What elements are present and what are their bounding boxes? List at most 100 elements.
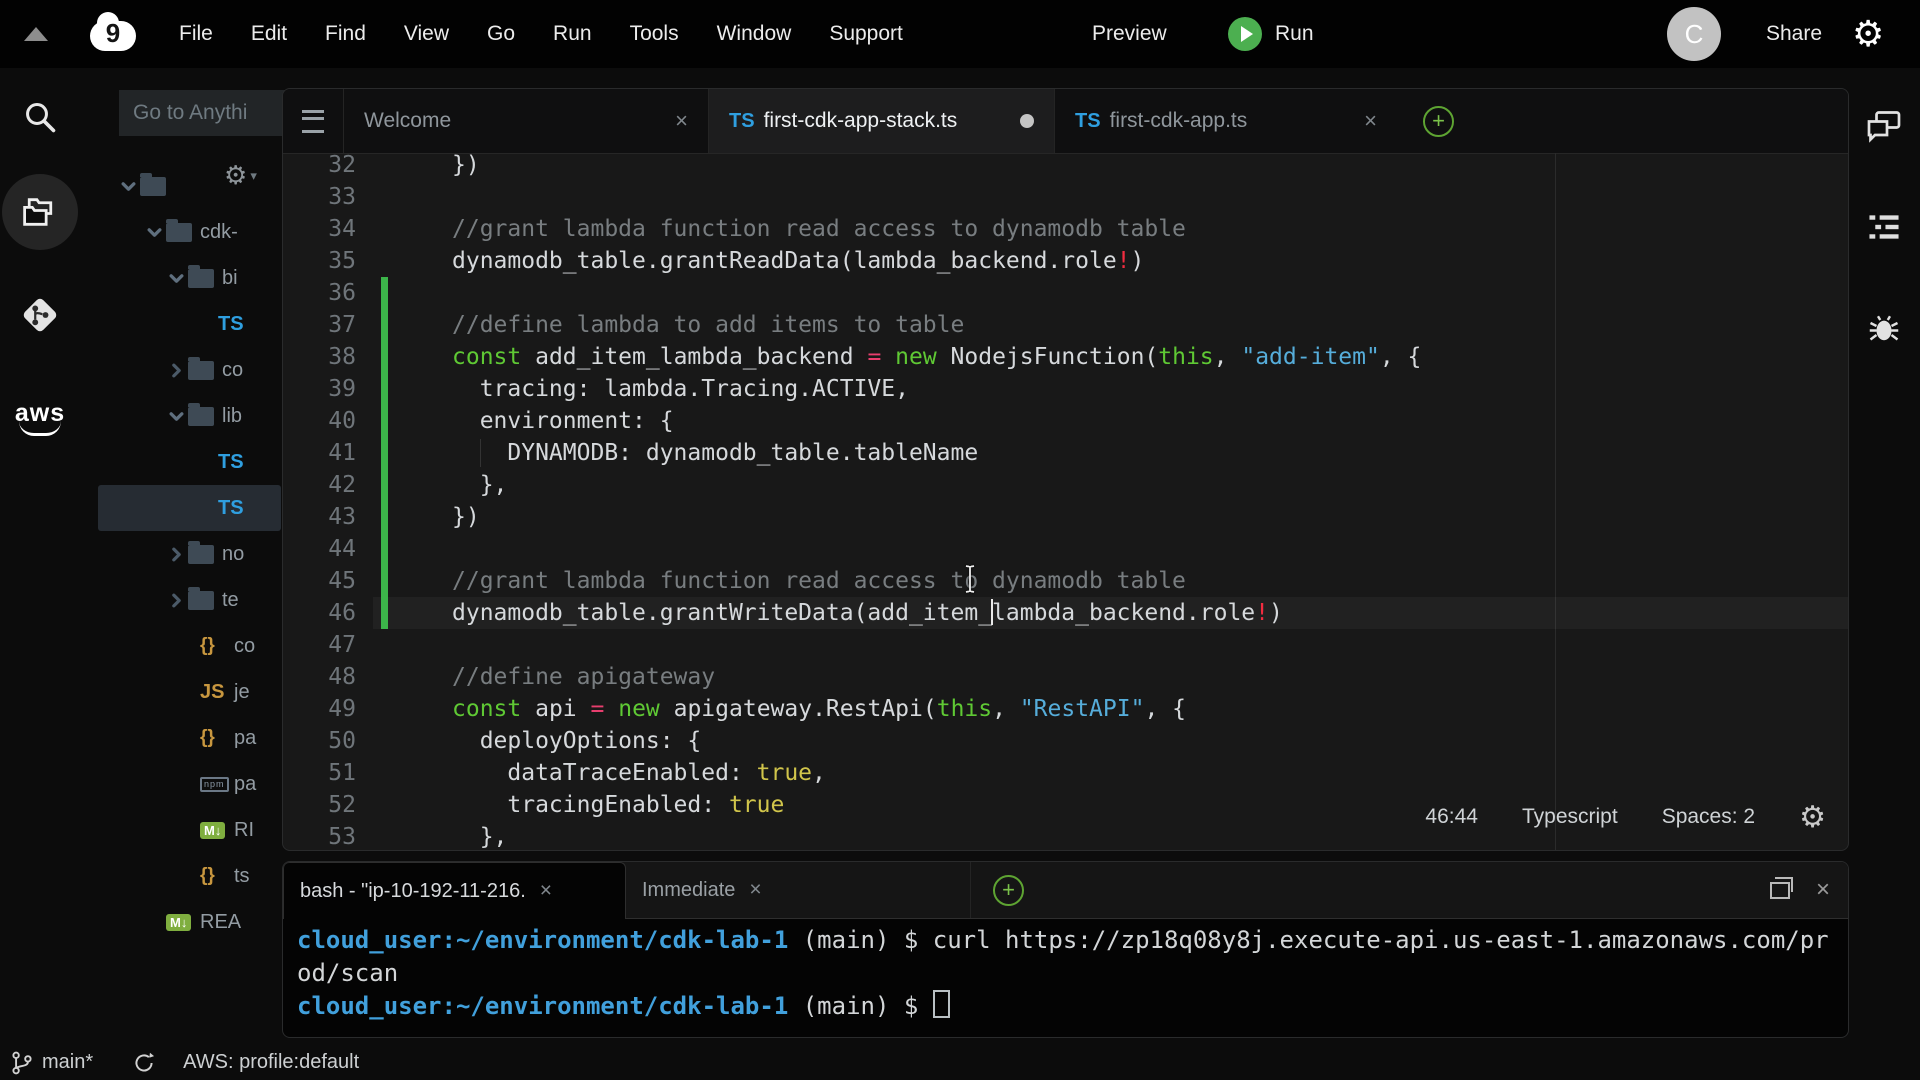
tab-list-menu-icon[interactable] [283, 89, 343, 153]
close-tab-icon[interactable]: × [675, 108, 688, 134]
chevron-right-icon[interactable] [164, 547, 188, 562]
terminal-tab-bash[interactable]: bash - "ip-10-192-11-216. × [283, 862, 626, 919]
outline-icon[interactable] [1858, 201, 1910, 253]
tree-row-RI-14[interactable]: M↓RI [98, 807, 281, 853]
tree-row-bi-2[interactable]: bi [98, 255, 281, 301]
cloud9-logo[interactable]: 9 [90, 15, 136, 53]
tree-row-co-4[interactable]: co [98, 347, 281, 393]
goto-anything-input[interactable]: Go to Anythi [119, 90, 293, 136]
menu-item-view[interactable]: View [385, 22, 468, 46]
search-icon[interactable] [12, 89, 68, 145]
code-line-34[interactable]: 34//grant lambda function read access to… [283, 213, 1848, 245]
line-number: 34 [283, 213, 356, 245]
maximize-panel-icon[interactable] [1770, 882, 1790, 899]
code-area[interactable]: 32})3334//grant lambda function read acc… [283, 153, 1848, 851]
menu-item-support[interactable]: Support [810, 22, 922, 46]
close-tab-icon[interactable]: × [540, 879, 552, 903]
tree-row-pa-12[interactable]: {}pa [98, 715, 281, 761]
tree-row-ts-3[interactable]: TS [98, 301, 281, 347]
editor-tab-first-cdk-app-ts[interactable]: TSfirst-cdk-app.ts× [1054, 89, 1397, 153]
menu-item-go[interactable]: Go [468, 22, 534, 46]
tree-row-je-11[interactable]: JSje [98, 669, 281, 715]
tree-row-te-9[interactable]: te [98, 577, 281, 623]
file-tree-icon[interactable] [12, 184, 68, 240]
sync-icon [131, 1050, 157, 1076]
terminal-tab-label: bash - "ip-10-192-11-216. [300, 880, 526, 903]
chevron-down-icon[interactable] [164, 273, 188, 284]
code-line-35[interactable]: 35dynamodb_table.grantReadData(lambda_ba… [283, 245, 1848, 277]
code-line-46[interactable]: 46dynamodb_table.grantWriteData(add_item… [283, 597, 1848, 629]
chevron-right-icon[interactable] [164, 593, 188, 608]
code-line-51[interactable]: 51 dataTraceEnabled: true, [283, 757, 1848, 789]
code-text: dataTraceEnabled: true, [452, 757, 826, 789]
avatar[interactable]: C [1667, 7, 1721, 61]
code-text: //define apigateway [452, 661, 715, 693]
code-line-42[interactable]: 42 }, [283, 469, 1848, 501]
new-tab-icon[interactable]: + [1423, 106, 1454, 137]
close-tab-icon[interactable]: × [749, 878, 761, 902]
chevron-down-icon[interactable] [116, 181, 140, 192]
code-line-37[interactable]: 37//define lambda to add items to table [283, 309, 1848, 341]
git-branch-indicator[interactable]: main* [10, 1050, 93, 1076]
tree-settings-gear-icon[interactable]: ⚙▾ [224, 160, 257, 191]
tree-row-lib-5[interactable]: lib [98, 393, 281, 439]
chevron-down-icon[interactable] [164, 411, 188, 422]
code-line-39[interactable]: 39 tracing: lambda.Tracing.ACTIVE, [283, 373, 1848, 405]
git-icon[interactable] [12, 287, 68, 343]
code-text: dynamodb_table.grantWriteData(add_item_l… [452, 597, 1283, 629]
menu-item-run[interactable]: Run [534, 22, 611, 46]
folder-icon [188, 591, 222, 610]
share-button[interactable]: Share [1756, 0, 1832, 68]
settings-gear-icon[interactable]: ⚙ [1852, 0, 1884, 68]
menu-item-tools[interactable]: Tools [611, 22, 698, 46]
collaborate-icon[interactable] [1858, 100, 1910, 152]
line-number: 36 [283, 277, 356, 309]
code-line-45[interactable]: 45//grant lambda function read access to… [283, 565, 1848, 597]
menu-item-find[interactable]: Find [306, 22, 385, 46]
preview-menu[interactable]: Preview [1082, 0, 1177, 68]
debugger-bug-icon[interactable] [1858, 303, 1910, 355]
chevron-right-icon[interactable] [164, 363, 188, 378]
code-line-36[interactable]: 36 [283, 277, 1848, 309]
code-line-41[interactable]: 41 DYNAMODB: dynamodb_table.tableName [283, 437, 1848, 469]
aws-icon[interactable]: aws [12, 391, 68, 447]
new-terminal-icon[interactable]: + [993, 875, 1024, 906]
menu-item-window[interactable]: Window [698, 22, 811, 46]
chevron-down-icon[interactable] [142, 227, 166, 238]
tree-row-cdk--1[interactable]: cdk- [98, 209, 281, 255]
tree-row-ts-15[interactable]: {}ts [98, 853, 281, 899]
terminal-tab-immediate[interactable]: Immediate× [626, 862, 971, 918]
editor-settings-gear-icon[interactable]: ⚙ [1799, 800, 1826, 835]
close-panel-icon[interactable]: × [1816, 876, 1830, 904]
editor-tab-first-cdk-app-stack-ts[interactable]: TSfirst-cdk-app-stack.ts [708, 89, 1054, 153]
tree-row-label: te [222, 589, 239, 612]
tree-row-REA-16[interactable]: M↓REA [98, 899, 281, 945]
tree-row-co-10[interactable]: {}co [98, 623, 281, 669]
code-line-32[interactable]: 32}) [283, 153, 1848, 181]
tree-row-no-8[interactable]: no [98, 531, 281, 577]
code-line-38[interactable]: 38const add_item_lambda_backend = new No… [283, 341, 1848, 373]
editor-tab-welcome[interactable]: Welcome× [343, 89, 708, 153]
tab-size[interactable]: Spaces: 2 [1662, 805, 1755, 829]
close-tab-icon[interactable]: × [1364, 108, 1377, 134]
code-line-49[interactable]: 49const api = new apigateway.RestApi(thi… [283, 693, 1848, 725]
code-line-33[interactable]: 33 [283, 181, 1848, 213]
markdown-file-icon: M↓ [166, 914, 200, 931]
language-mode[interactable]: Typescript [1522, 805, 1618, 829]
tree-row-ts-6[interactable]: TS [98, 439, 281, 485]
git-branch-icon [10, 1050, 34, 1076]
code-line-43[interactable]: 43}) [283, 501, 1848, 533]
code-line-47[interactable]: 47 [283, 629, 1848, 661]
code-text: tracingEnabled: true [452, 789, 784, 821]
code-line-40[interactable]: 40 environment: { [283, 405, 1848, 437]
code-line-50[interactable]: 50 deployOptions: { [283, 725, 1848, 757]
menu-item-file[interactable]: File [160, 22, 232, 46]
tree-row-pa-13[interactable]: npmpa [98, 761, 281, 807]
code-line-48[interactable]: 48//define apigateway [283, 661, 1848, 693]
collapse-menubar-icon[interactable] [24, 27, 48, 41]
code-line-44[interactable]: 44 [283, 533, 1848, 565]
tree-row-ts-7[interactable]: TS [98, 485, 281, 531]
terminal-output[interactable]: cloud_user:~/environment/cdk-lab-1 (main… [297, 924, 1829, 1023]
menu-item-edit[interactable]: Edit [232, 22, 306, 46]
run-button[interactable]: Run [1228, 0, 1314, 68]
